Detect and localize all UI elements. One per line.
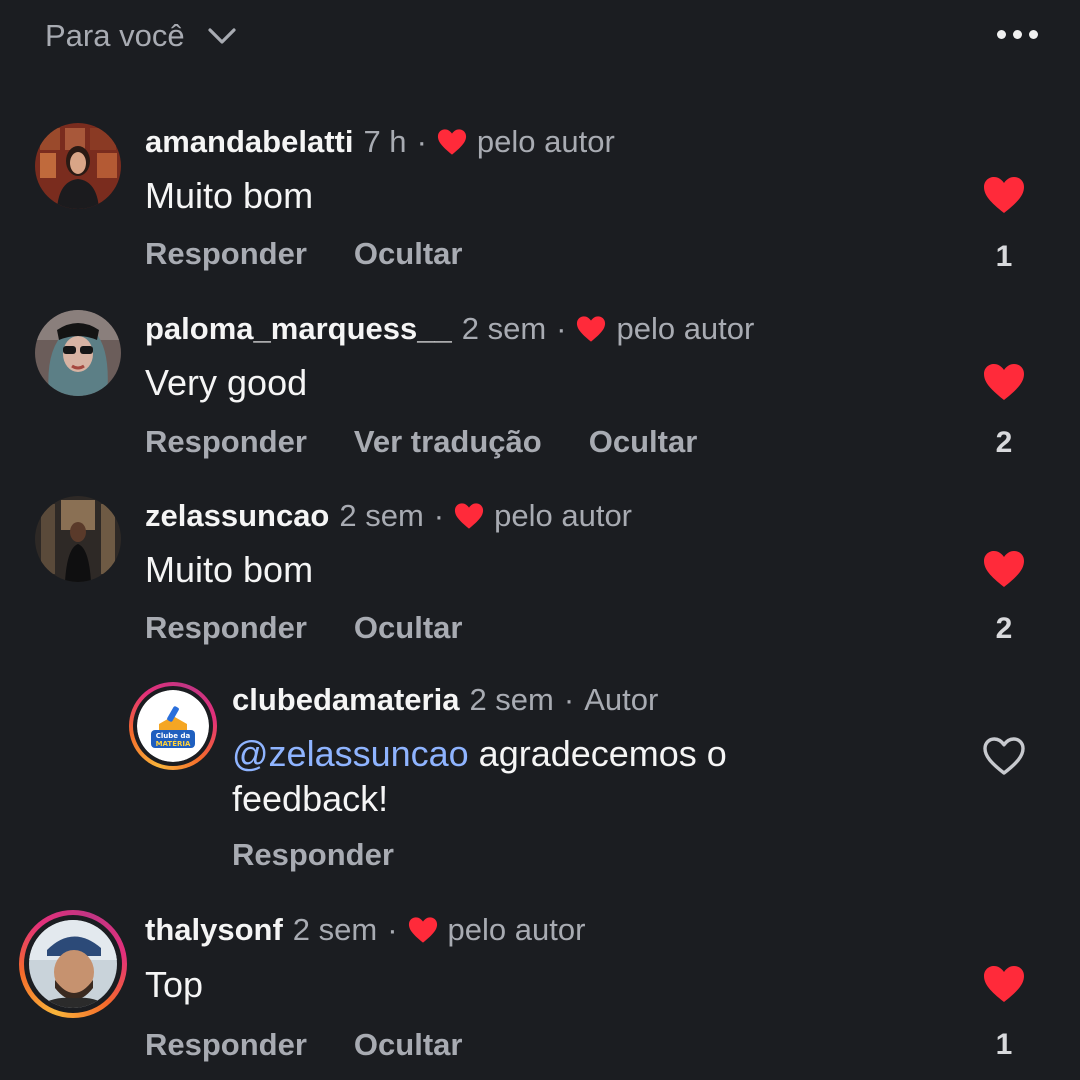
- sort-filter-label: Para você: [45, 18, 185, 53]
- sort-filter-dropdown[interactable]: Para você: [45, 18, 237, 54]
- comment-meta: zelassuncao 2 sem · pelo autor: [145, 498, 632, 534]
- comment-text: Muito bom: [145, 549, 314, 590]
- brand-logo-line2: MATÉRIA: [156, 739, 191, 748]
- heart-outline-icon: [983, 737, 1025, 775]
- like-count: 1: [995, 1028, 1013, 1061]
- story-ring[interactable]: Clube da MATÉRIA: [129, 682, 217, 770]
- separator-dot: ·: [387, 912, 398, 947]
- brand-logo-line1: Clube da: [156, 732, 191, 740]
- liked-by-author-label: pelo autor: [476, 124, 615, 159]
- comment-meta: paloma_marquess__ 2 sem · pelo autor: [145, 311, 754, 347]
- reply-text-part: agradecemos o: [468, 733, 727, 774]
- comment-username[interactable]: thalysonf: [145, 912, 283, 948]
- chevron-down-icon: [207, 28, 236, 44]
- mention-link[interactable]: @zelassuncao: [232, 733, 469, 774]
- liked-by-author-badge: pelo autor: [454, 498, 632, 534]
- comment-actions: Responder Ocultar: [145, 236, 509, 272]
- avatar: Clube da MATÉRIA: [137, 690, 209, 762]
- liked-by-author-badge: pelo autor: [408, 912, 586, 948]
- see-translation-button[interactable]: Ver tradução: [354, 424, 542, 460]
- separator-dot: ·: [416, 124, 427, 159]
- heart-icon: [984, 177, 1024, 213]
- hide-button[interactable]: Ocultar: [589, 424, 698, 460]
- avatar-photo: [35, 123, 121, 209]
- comment-time: 2 sem: [461, 311, 547, 346]
- liked-by-author-label: pelo autor: [616, 311, 755, 346]
- reply-text-part: feedback!: [232, 778, 389, 819]
- reply-button[interactable]: Responder: [145, 236, 307, 272]
- comment-time: 7 h: [363, 124, 407, 159]
- heart-icon: [437, 129, 466, 155]
- reply-button[interactable]: Responder: [145, 424, 307, 460]
- reply-time: 2 sem: [469, 682, 554, 717]
- avatar[interactable]: [35, 123, 121, 209]
- avatar-photo: [35, 496, 121, 582]
- reply-button[interactable]: Responder: [232, 837, 394, 873]
- reply-text: @zelassuncao agradecemos o feedback!: [232, 731, 727, 821]
- heart-icon: [984, 966, 1024, 1002]
- heart-icon: [455, 503, 484, 529]
- liked-by-author-badge: pelo autor: [576, 311, 754, 347]
- comment-username[interactable]: amandabelatti: [145, 124, 353, 160]
- hide-button[interactable]: Ocultar: [354, 236, 463, 272]
- separator-dot: ·: [433, 498, 445, 533]
- avatar-photo: [35, 310, 121, 396]
- comment-text: Very good: [145, 362, 308, 403]
- avatar: [29, 920, 117, 1008]
- reply-actions: Responder: [232, 837, 441, 873]
- reply-meta: clubedamateria 2 sem · Autor: [232, 682, 658, 718]
- comment-actions: Responder Ver tradução Ocultar: [145, 424, 744, 460]
- more-dot-icon: [1029, 30, 1038, 39]
- comment-username[interactable]: zelassuncao: [145, 498, 329, 534]
- liked-by-author-label: pelo autor: [494, 498, 633, 533]
- avatar[interactable]: [35, 310, 121, 396]
- liked-by-author-badge: pelo autor: [437, 124, 615, 160]
- avatar[interactable]: [35, 496, 121, 582]
- comment-text: Muito bom: [145, 175, 314, 216]
- heart-icon: [984, 551, 1024, 587]
- author-badge: Autor: [584, 682, 659, 717]
- heart-icon: [408, 917, 437, 943]
- comment-meta: amandabelatti 7 h · pelo autor: [145, 124, 615, 160]
- separator-dot: ·: [563, 682, 575, 717]
- heart-icon: [984, 364, 1024, 400]
- separator-dot: ·: [556, 311, 567, 346]
- comment-username[interactable]: paloma_marquess__: [145, 311, 452, 347]
- hide-button[interactable]: Ocultar: [354, 610, 463, 646]
- like-button[interactable]: [982, 964, 1026, 1004]
- reply-username[interactable]: clubedamateria: [232, 682, 459, 718]
- heart-icon: [577, 316, 606, 342]
- like-button[interactable]: [982, 549, 1026, 589]
- brand-logo: Clube da MATÉRIA: [137, 690, 209, 762]
- like-count: 1: [995, 240, 1013, 273]
- more-dot-icon: [1013, 30, 1022, 39]
- more-dot-icon: [997, 30, 1006, 39]
- comments-screen: Para você amandabelatti 7 h · pelo autor…: [0, 0, 1080, 1080]
- reply-button[interactable]: Responder: [145, 1027, 307, 1063]
- comment-actions: Responder Ocultar: [145, 1027, 509, 1063]
- like-button[interactable]: [982, 175, 1026, 215]
- more-options-button[interactable]: [997, 30, 1038, 39]
- like-button[interactable]: [982, 736, 1026, 776]
- like-button[interactable]: [982, 362, 1026, 402]
- comment-actions: Responder Ocultar: [145, 610, 509, 646]
- reply-button[interactable]: Responder: [145, 610, 307, 646]
- hide-button[interactable]: Ocultar: [354, 1027, 463, 1063]
- avatar-photo: [29, 920, 117, 1008]
- comment-meta: thalysonf 2 sem · pelo autor: [145, 912, 585, 948]
- like-count: 2: [995, 426, 1013, 459]
- comment-time: 2 sem: [339, 498, 424, 533]
- story-ring[interactable]: [19, 910, 127, 1018]
- comment-text: Top: [145, 964, 204, 1005]
- like-count: 2: [995, 612, 1013, 645]
- liked-by-author-label: pelo autor: [447, 912, 586, 947]
- comment-time: 2 sem: [292, 912, 378, 947]
